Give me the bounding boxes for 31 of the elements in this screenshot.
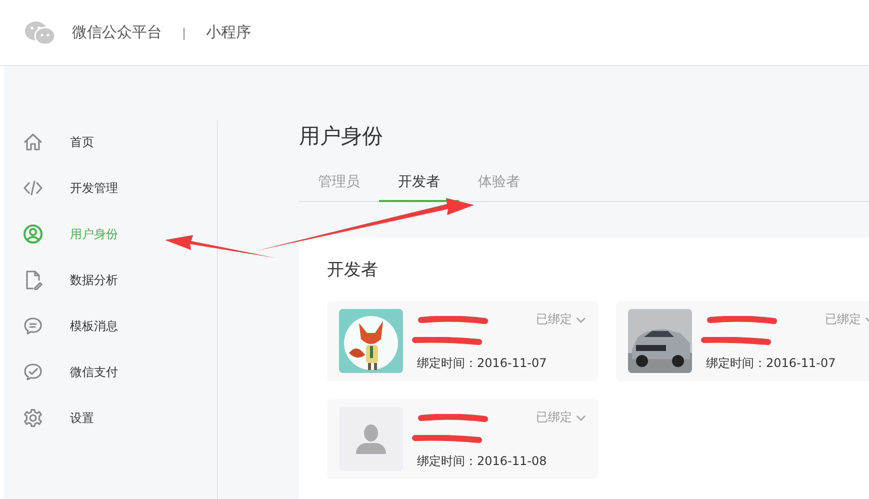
sidebar-item[interactable]: 开发管理 bbox=[4, 165, 217, 211]
person-icon bbox=[354, 422, 388, 456]
platform-name: 微信公众平台 bbox=[72, 23, 162, 42]
bind-time: 绑定时间：2016-11-07 bbox=[706, 354, 837, 372]
chat-bubbles-icon bbox=[24, 20, 56, 46]
sidebar-item[interactable]: 微信支付 bbox=[4, 349, 217, 395]
home-icon bbox=[23, 132, 43, 152]
redaction-mark bbox=[417, 414, 489, 422]
redaction-mark bbox=[411, 336, 483, 344]
chat-icon bbox=[23, 316, 43, 336]
bind-time: 绑定时间：2016-11-07 bbox=[417, 354, 548, 372]
bind-time: 绑定时间：2016-11-08 bbox=[417, 452, 548, 470]
separator: | bbox=[182, 26, 186, 40]
sidebar-item[interactable]: 模板消息 bbox=[4, 303, 217, 349]
user-icon bbox=[23, 224, 43, 244]
check-bubble-icon bbox=[23, 362, 43, 382]
page-title: 用户身份 bbox=[299, 123, 384, 150]
code-icon bbox=[23, 178, 43, 198]
document-edit-icon bbox=[23, 270, 43, 290]
sidebar-item[interactable]: 设置 bbox=[4, 395, 217, 441]
redaction-mark bbox=[700, 336, 772, 344]
sidebar-item[interactable]: 数据分析 bbox=[4, 257, 217, 303]
settings-icon bbox=[23, 408, 43, 428]
redaction-mark bbox=[417, 316, 489, 324]
product-name: 小程序 bbox=[206, 23, 252, 42]
chevron-down-icon bbox=[576, 316, 586, 322]
redaction-mark bbox=[706, 316, 778, 324]
panel-title: 开发者 bbox=[327, 259, 379, 281]
chevron-down-icon bbox=[576, 414, 586, 420]
sidebar-item[interactable]: 首页 bbox=[4, 119, 217, 165]
redaction-mark bbox=[411, 434, 483, 442]
